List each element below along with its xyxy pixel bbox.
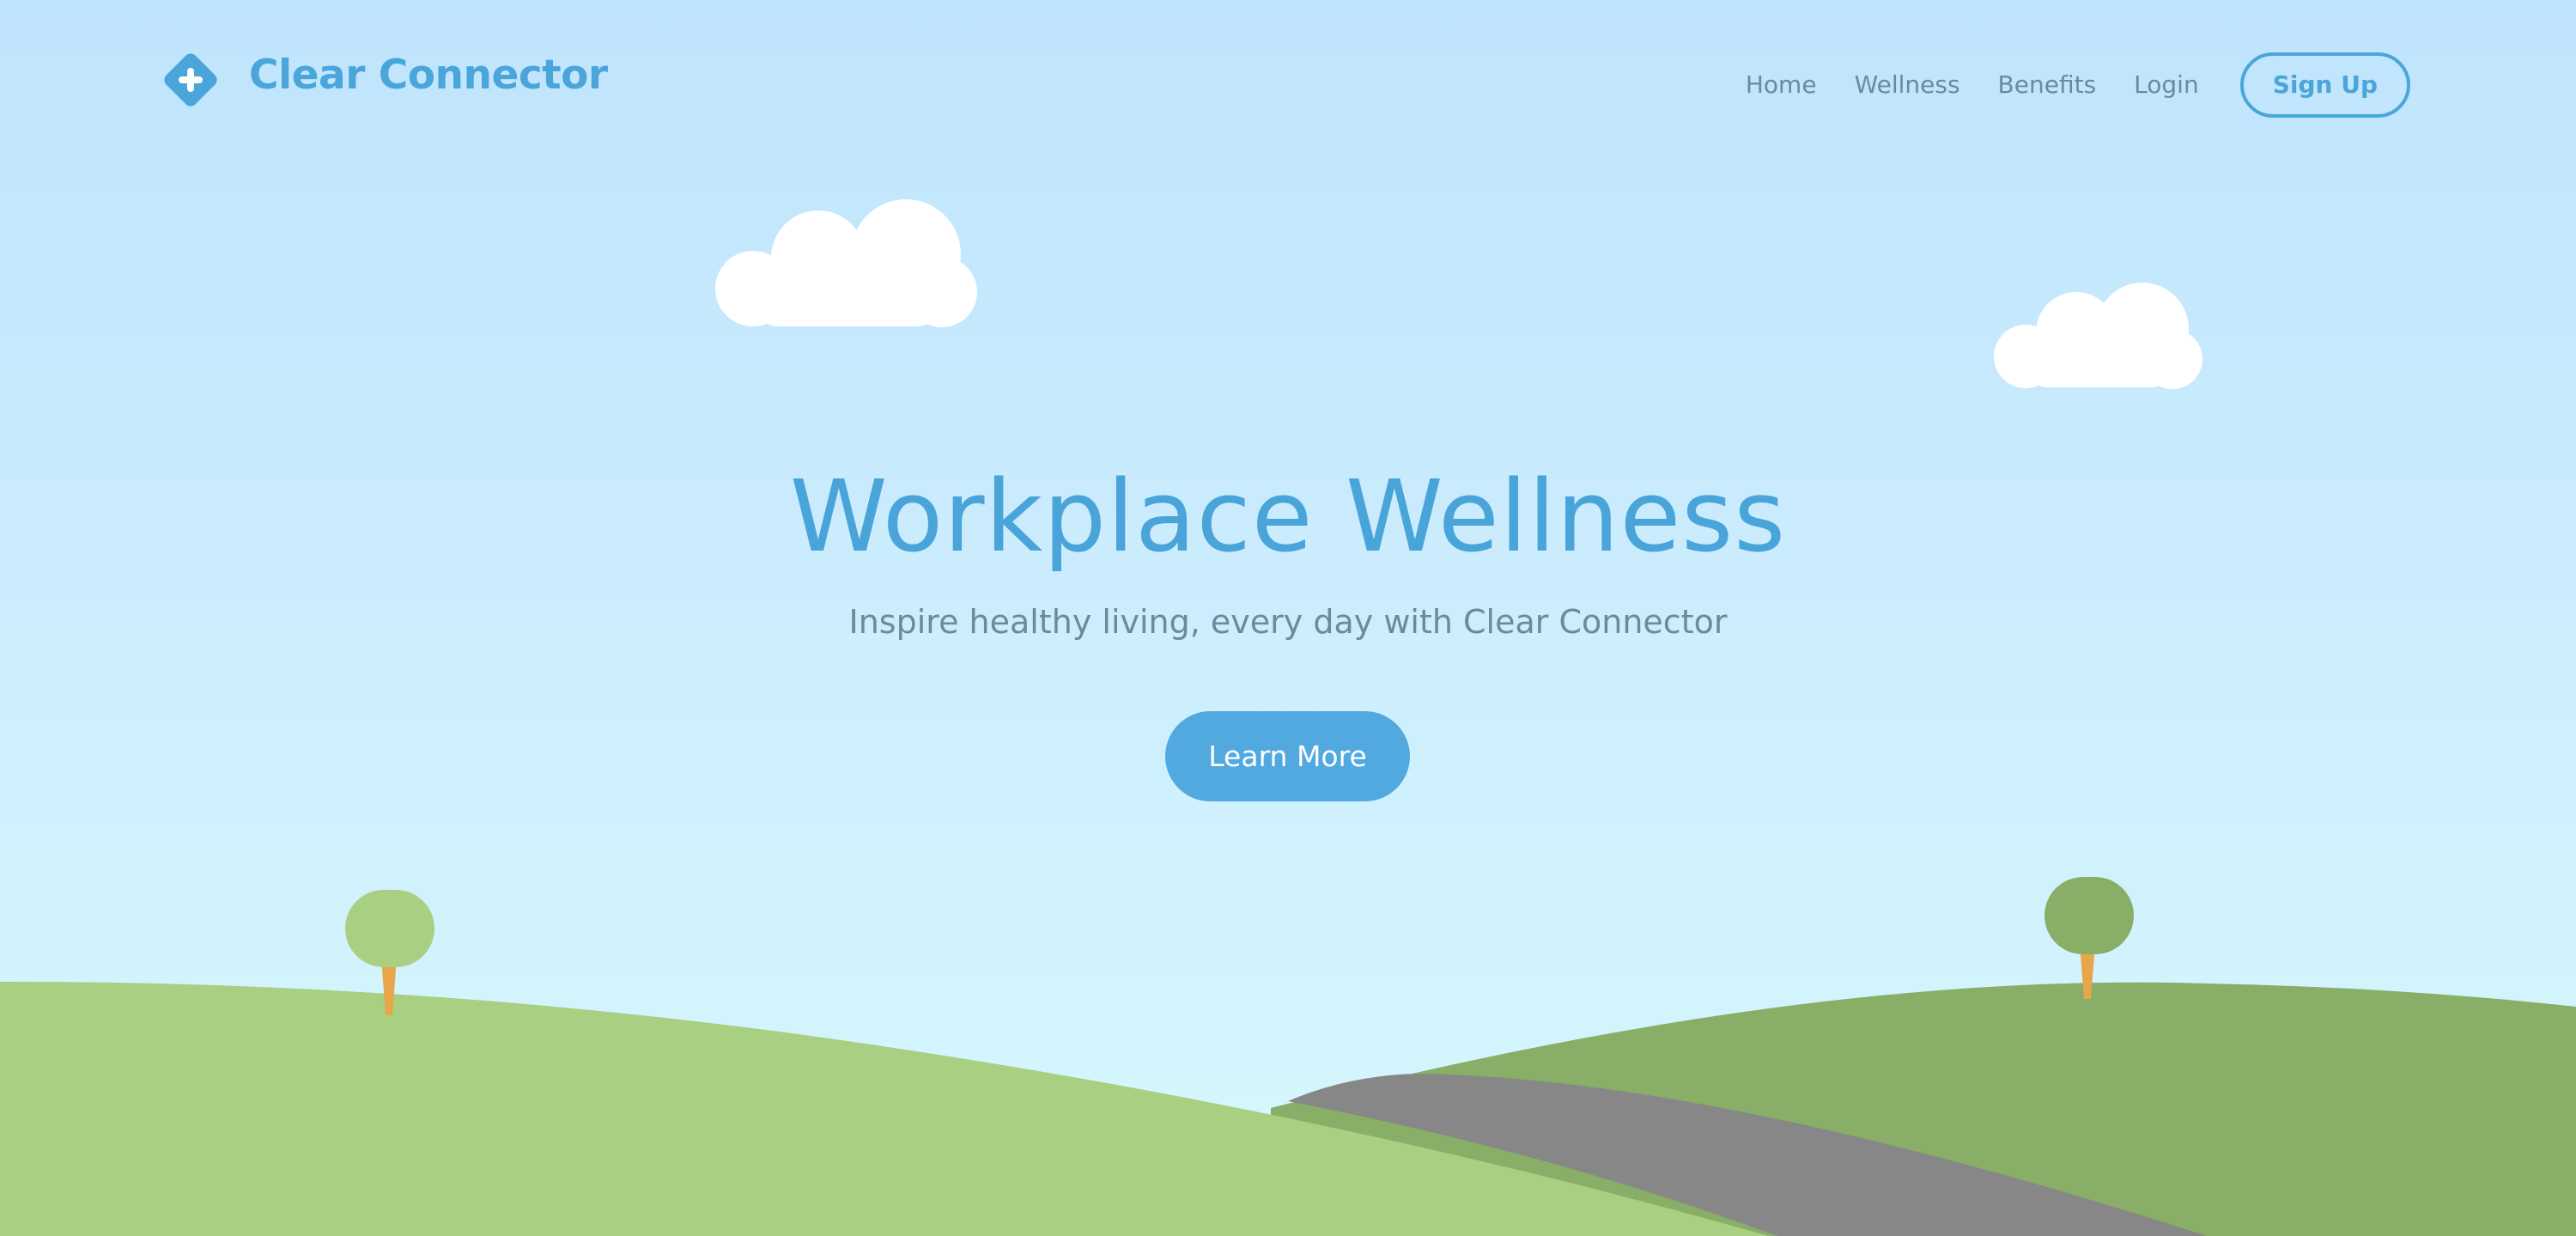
- site-header: Clear Connector Home Wellness Benefits L…: [0, 0, 2576, 172]
- tree-right: [2044, 877, 2134, 999]
- hero-title: Workplace Wellness: [789, 460, 1787, 575]
- nav-link-benefits[interactable]: Benefits: [1998, 51, 2097, 119]
- signup-button[interactable]: Sign Up: [2239, 52, 2410, 118]
- hero-subtitle: Inspire healthy living, every day with C…: [848, 603, 1728, 641]
- cloud-right: [1994, 283, 2202, 389]
- landscape-illustration: [0, 877, 2576, 1236]
- brand-name[interactable]: Clear Connector: [249, 52, 608, 99]
- cloud-left: [715, 199, 977, 327]
- nav-link-wellness[interactable]: Wellness: [1855, 51, 1960, 119]
- nav-link-login[interactable]: Login: [2134, 51, 2199, 119]
- learn-more-button[interactable]: Learn More: [1165, 711, 1410, 801]
- main-nav: Home Wellness Benefits Login Sign Up: [1746, 51, 2410, 119]
- nav-link-home[interactable]: Home: [1746, 51, 1817, 119]
- plus-diamond-icon[interactable]: [160, 49, 222, 111]
